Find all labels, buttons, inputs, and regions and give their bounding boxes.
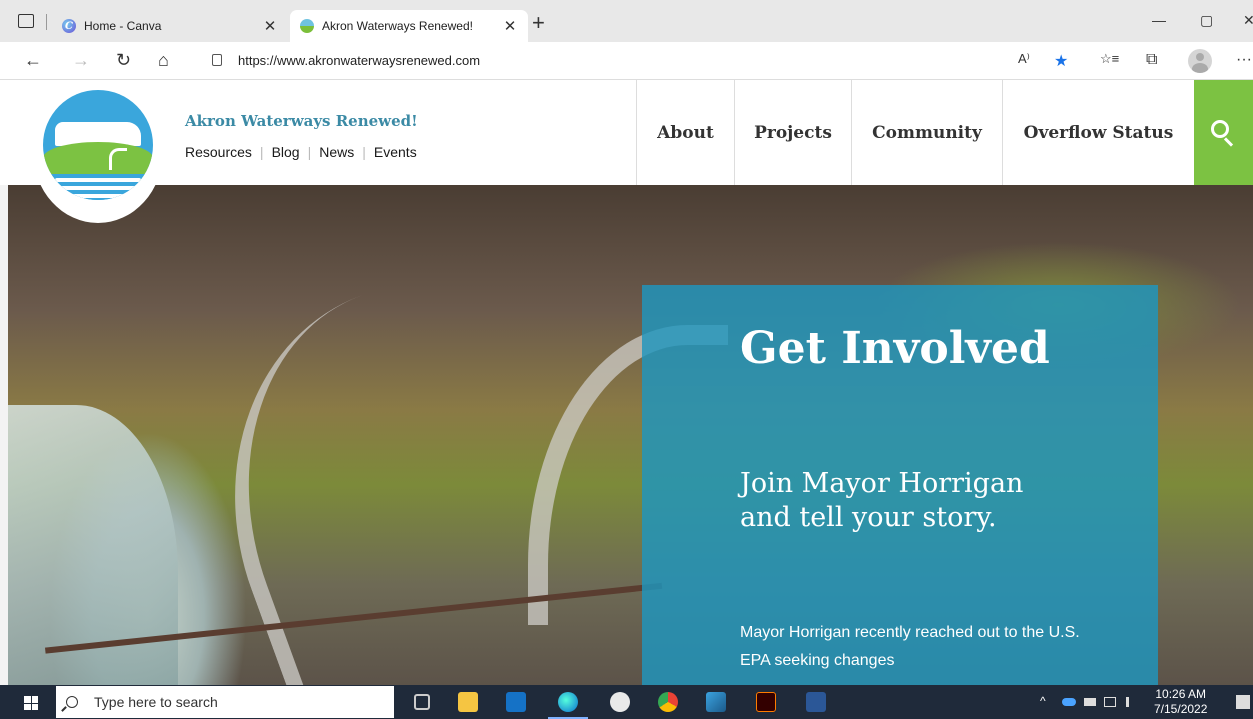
network-icon[interactable] (1104, 697, 1116, 707)
collections-icon[interactable]: ⧉ (1146, 51, 1157, 69)
util-link-events[interactable]: Events (374, 144, 417, 160)
clock-time: 10:26 AM (1155, 687, 1207, 701)
utility-links: Resources | Blog | News | Events (185, 144, 417, 160)
search-icon-handle (1223, 137, 1234, 147)
edge-icon[interactable] (548, 692, 588, 719)
refresh-button[interactable]: ↻ (116, 50, 131, 70)
logo-wave (65, 194, 131, 198)
close-window-button[interactable]: ✕ (1243, 12, 1253, 29)
file-explorer-icon[interactable] (458, 692, 478, 712)
minimize-button[interactable]: — (1152, 12, 1166, 28)
logo-wave (55, 178, 141, 182)
favorites-bar-icon[interactable]: ☆≡ (1100, 51, 1119, 67)
site-favicon-icon (300, 19, 314, 33)
tab-canva[interactable]: C Home - Canva ✕ (52, 10, 288, 42)
link-separator: | (307, 144, 312, 160)
heron-icon (109, 148, 127, 170)
tab-title: Akron Waterways Renewed! (322, 19, 473, 33)
logo-wave (55, 186, 141, 190)
favorite-star-icon[interactable]: ★ (1054, 51, 1068, 71)
nav-community[interactable]: Community (851, 80, 1002, 185)
tab-akron-waterways[interactable]: Akron Waterways Renewed! ✕ (290, 10, 528, 42)
chrome-icon[interactable] (658, 692, 678, 712)
logo-disc (43, 90, 153, 200)
more-options-icon[interactable]: ··· (1236, 51, 1252, 69)
hero-subheading: Join Mayor Horrigan and tell your story. (740, 468, 1024, 533)
photos-icon[interactable] (706, 692, 726, 712)
forward-button[interactable]: → (72, 50, 90, 70)
util-link-news[interactable]: News (319, 144, 354, 160)
clock-date: 7/15/2022 (1154, 702, 1208, 716)
snipping-tool-icon[interactable] (610, 692, 630, 712)
link-separator: | (362, 144, 366, 160)
onedrive-icon[interactable] (1062, 698, 1076, 706)
hero-body: Mayor Horrigan recently reached out to t… (740, 624, 1080, 669)
word-icon[interactable] (806, 692, 826, 712)
home-button[interactable]: ⌂ (158, 50, 169, 70)
windows-start-icon[interactable] (24, 696, 38, 710)
battery-icon[interactable] (1084, 698, 1096, 706)
taskbar-search-input[interactable]: Type here to search (56, 686, 394, 718)
tab-actions-icon[interactable] (18, 14, 34, 28)
util-link-blog[interactable]: Blog (272, 144, 300, 160)
address-bar[interactable]: https://www.akronwaterwaysrenewed.com (238, 53, 480, 68)
search-icon (1211, 120, 1229, 138)
back-button[interactable]: ← (24, 50, 42, 70)
profile-avatar-icon[interactable] (1188, 49, 1212, 73)
notifications-icon[interactable] (1236, 695, 1250, 709)
tab-title: Home - Canva (84, 19, 162, 33)
new-tab-button[interactable]: + (532, 12, 545, 34)
close-icon[interactable]: ✕ (500, 17, 520, 35)
site-search-button[interactable] (1194, 80, 1253, 185)
browser-toolbar: ← → ↻ ⌂ https://www.akronwaterwaysrenewe… (0, 42, 1253, 80)
lock-icon[interactable] (212, 54, 222, 66)
clock[interactable]: 10:26 AM 7/15/2022 (1154, 687, 1207, 717)
task-view-icon[interactable] (414, 694, 430, 710)
site-name[interactable]: Akron Waterways Renewed! (185, 112, 418, 130)
nav-overflow-status[interactable]: Overflow Status (1002, 80, 1194, 185)
util-link-resources[interactable]: Resources (185, 144, 252, 160)
windows-taskbar: Type here to search ^ 10:26 AM 7/15/2022 (0, 685, 1253, 719)
illustrator-icon[interactable] (756, 692, 776, 712)
link-separator: | (259, 144, 264, 160)
restore-button[interactable]: ▢ (1200, 12, 1213, 29)
hero-callout: Get Involved Join Mayor Horrigan and tel… (642, 285, 1158, 685)
close-icon[interactable]: ✕ (260, 17, 280, 35)
outlook-icon[interactable] (506, 692, 526, 712)
search-placeholder: Type here to search (94, 694, 218, 710)
canva-favicon-icon: C (62, 19, 76, 33)
tab-separator (46, 14, 47, 30)
volume-icon[interactable] (1126, 697, 1136, 707)
nav-projects[interactable]: Projects (734, 80, 851, 185)
site-logo[interactable] (33, 80, 163, 223)
hero-heading: Get Involved (740, 323, 1050, 374)
search-icon (66, 696, 78, 708)
nav-about[interactable]: About (636, 80, 734, 185)
read-aloud-icon[interactable]: A⁾ (1018, 51, 1030, 67)
tray-overflow-icon[interactable]: ^ (1040, 694, 1046, 708)
browser-tab-strip: C Home - Canva ✕ Akron Waterways Renewed… (0, 0, 1253, 42)
